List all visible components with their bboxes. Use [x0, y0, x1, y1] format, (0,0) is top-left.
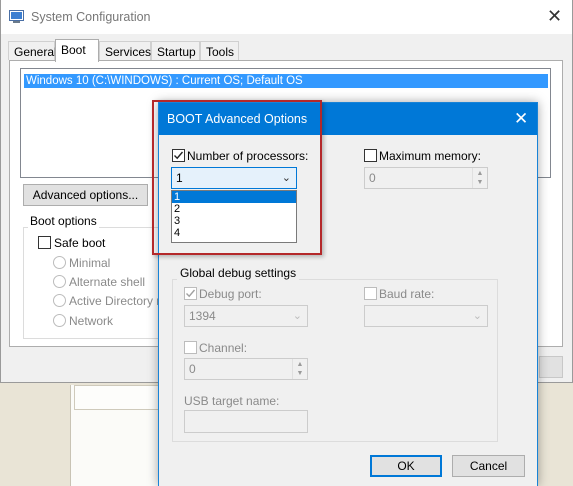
main-close-icon[interactable]: ✕: [547, 6, 562, 27]
alternate-shell-label: Alternate shell: [69, 275, 146, 289]
max-memory-value: 0: [369, 171, 376, 185]
os-list-item[interactable]: Windows 10 (C:\WINDOWS) : Current OS; De…: [24, 74, 548, 88]
channel-spinner[interactable]: 0 ▲ ▼: [184, 358, 308, 380]
background-window-field: [74, 385, 165, 410]
debug-port-value: 1394: [189, 309, 216, 323]
spinner-arrows-icon[interactable]: ▲ ▼: [292, 359, 307, 379]
baud-rate-checkbox[interactable]: [364, 287, 377, 300]
safe-boot-checkbox[interactable]: [38, 236, 51, 249]
active-directory-radio[interactable]: [53, 294, 66, 307]
main-title-bar: System Configuration ✕: [1, 0, 572, 34]
tab-startup[interactable]: Startup: [151, 41, 200, 60]
debug-port-select[interactable]: 1394 ⌄: [184, 305, 308, 327]
tab-tools[interactable]: Tools: [200, 41, 239, 60]
max-memory-label: Maximum memory:: [379, 149, 482, 163]
tab-boot[interactable]: Boot: [55, 39, 99, 62]
ok-button[interactable]: OK: [370, 455, 442, 477]
debug-port-checkbox[interactable]: [184, 287, 197, 300]
cancel-button[interactable]: Cancel: [452, 455, 525, 477]
channel-label: Channel:: [199, 341, 248, 355]
minimal-radio[interactable]: [53, 256, 66, 269]
tab-services[interactable]: Services: [99, 41, 151, 60]
baud-rate-label: Baud rate:: [379, 287, 435, 301]
max-memory-spinner[interactable]: 0 ▲ ▼: [364, 167, 488, 189]
usb-target-label: USB target name:: [184, 394, 280, 408]
debug-settings-label: Global debug settings: [177, 266, 300, 280]
usb-target-input[interactable]: [184, 410, 308, 433]
network-label: Network: [69, 314, 114, 328]
spinner-arrows-icon[interactable]: ▲ ▼: [472, 168, 487, 188]
dialog-close-icon[interactable]: ✕: [514, 109, 528, 129]
boot-options-label: Boot options: [28, 214, 99, 228]
debug-port-label: Debug port:: [199, 287, 262, 301]
channel-checkbox[interactable]: [184, 341, 197, 354]
chevron-down-icon: ⌄: [472, 310, 482, 322]
checkmark-icon: [186, 289, 196, 298]
chevron-down-icon: ⌄: [292, 310, 302, 322]
main-window-title: System Configuration: [31, 10, 151, 24]
alternate-shell-radio[interactable]: [53, 275, 66, 288]
baud-rate-select[interactable]: ⌄: [364, 305, 488, 327]
network-radio[interactable]: [53, 314, 66, 327]
max-memory-checkbox[interactable]: [364, 149, 377, 162]
safe-boot-label: Safe boot: [54, 236, 106, 250]
highlight-box: [152, 100, 322, 255]
main-hidden-button[interactable]: [539, 356, 563, 378]
channel-value: 0: [189, 362, 196, 376]
msconfig-app-icon: [9, 10, 24, 23]
tab-general[interactable]: General: [8, 41, 57, 60]
advanced-options-button[interactable]: Advanced options...: [23, 184, 148, 206]
minimal-label: Minimal: [69, 256, 111, 270]
